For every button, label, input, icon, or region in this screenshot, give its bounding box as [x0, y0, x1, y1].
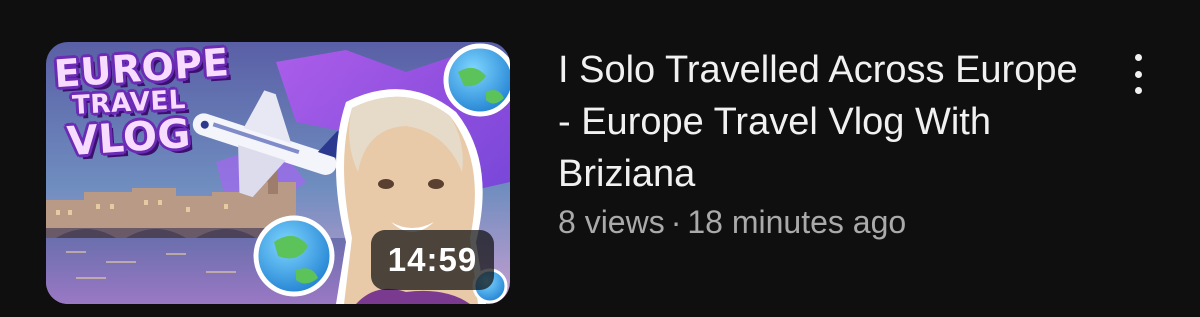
thumbnail-title-line-3: VLOG	[65, 110, 193, 166]
menu-dot	[1134, 54, 1142, 61]
menu-dot	[1134, 87, 1142, 94]
video-list-item[interactable]: EUROPE TRAVEL VLOG 14:59 I Solo Travelle…	[0, 0, 1200, 317]
video-thumbnail[interactable]: EUROPE TRAVEL VLOG 14:59	[46, 42, 510, 304]
video-metadata: 8 views · 18 minutes ago	[558, 202, 906, 242]
menu-dot	[1134, 70, 1142, 78]
more-vert-icon[interactable]	[1120, 52, 1156, 96]
duration-badge: 14:59	[371, 230, 494, 290]
publish-time: 18 minutes ago	[687, 204, 907, 240]
view-count: 8 views	[558, 204, 665, 240]
thumbnail-overlay-title: EUROPE TRAVEL VLOG	[53, 42, 231, 165]
video-title[interactable]: I Solo Travelled Across Europe - Europe …	[558, 44, 1078, 200]
meta-separator: ·	[670, 204, 682, 240]
